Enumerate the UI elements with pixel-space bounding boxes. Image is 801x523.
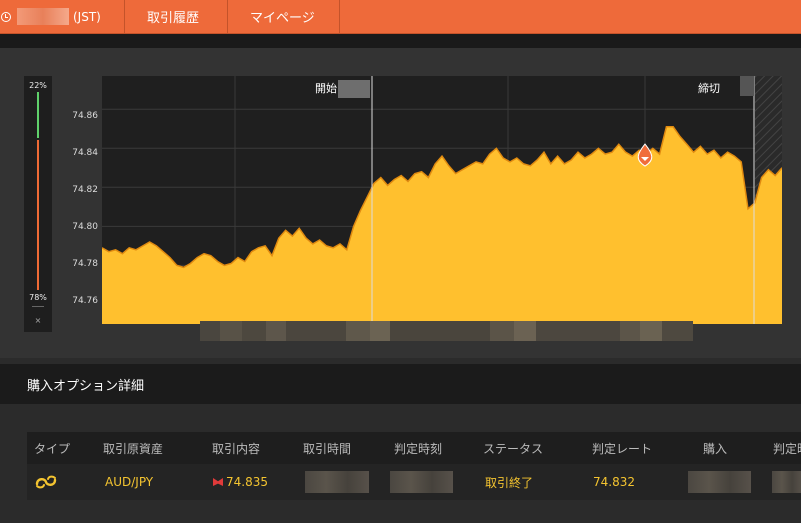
- nav-trade-history[interactable]: 取引履歴: [147, 0, 199, 33]
- down-arrow-icon: [213, 478, 223, 486]
- table-header: タイプ 取引原資産 取引内容 取引時間 判定時刻 ステータス 判定レート 購入 …: [27, 432, 801, 464]
- row-rate: 74.832: [593, 475, 635, 489]
- y-tick-label: 74.84: [72, 148, 98, 158]
- gauge-close-icon[interactable]: ×: [24, 316, 52, 325]
- header-content: 取引内容: [212, 441, 261, 456]
- gauge-divider: [32, 306, 44, 307]
- clock-icon: [1, 11, 11, 22]
- header-type: タイプ: [34, 441, 71, 456]
- y-tick-label: 74.78: [72, 259, 98, 269]
- row-trade-time-redacted: [305, 464, 369, 500]
- nav-divider: [339, 0, 340, 33]
- header-asset: 取引原資産: [103, 441, 164, 456]
- header-judgement-extra: 判定時: [773, 441, 801, 456]
- time-axis-redacted: [200, 321, 693, 341]
- row-purchase-redacted: [688, 464, 751, 500]
- end-time-redacted: [740, 76, 754, 96]
- row-judgement-time-redacted: [390, 464, 453, 500]
- price-series: [102, 126, 782, 324]
- top-nav-bar: (JST) 取引履歴 マイページ: [0, 0, 801, 34]
- header-judgement-rate: 判定レート: [592, 441, 653, 456]
- gauge-top-percent: 22%: [29, 81, 47, 90]
- header-purchase: 購入: [703, 441, 728, 456]
- start-label: 開始: [315, 81, 337, 95]
- nav-divider: [124, 0, 125, 33]
- y-tick-label: 74.82: [72, 185, 98, 195]
- y-tick-label: 74.86: [72, 111, 98, 121]
- gauge-low-bar: [37, 140, 39, 290]
- price-chart-svg: 開始 締切: [102, 76, 782, 324]
- price-chart[interactable]: 開始 締切: [102, 76, 782, 324]
- row-asset: AUD/JPY: [105, 475, 154, 489]
- entry-marker-drop: [637, 143, 653, 167]
- details-header: 購入オプション詳細: [0, 364, 801, 404]
- sentiment-gauge: 22% 78% ×: [24, 76, 52, 332]
- time-value-redacted: [17, 8, 69, 25]
- y-tick-label: 74.76: [72, 296, 98, 306]
- header-trade-time: 取引時間: [303, 441, 352, 456]
- nav-my-page[interactable]: マイページ: [250, 0, 315, 33]
- table-row[interactable]: AUD/JPY 74.835 取引終了 74.832: [27, 464, 801, 500]
- row-judgement-extra-redacted: [772, 464, 801, 500]
- timezone-label: (JST): [73, 9, 101, 24]
- details-title: 購入オプション詳細: [27, 379, 145, 394]
- row-content-value: 74.835: [226, 475, 268, 489]
- header-judgement-time: 判定時刻: [394, 441, 443, 456]
- row-content: 74.835: [213, 464, 268, 500]
- row-status: 取引終了: [485, 475, 534, 490]
- header-status: ステータス: [483, 441, 544, 456]
- link-type-icon: [35, 464, 57, 500]
- gauge-bottom-percent: 78%: [29, 293, 47, 302]
- nav-divider: [227, 0, 228, 33]
- gauge-high-bar: [37, 92, 39, 138]
- entry-marker: [637, 143, 653, 167]
- end-label: 締切: [698, 81, 720, 95]
- y-tick-label: 74.80: [72, 222, 98, 232]
- start-time-redacted: [338, 80, 370, 98]
- clock-area: (JST): [0, 0, 101, 33]
- header-band: [0, 34, 801, 48]
- option-details-table: タイプ 取引原資産 取引内容 取引時間 判定時刻 ステータス 判定レート 購入 …: [0, 404, 801, 523]
